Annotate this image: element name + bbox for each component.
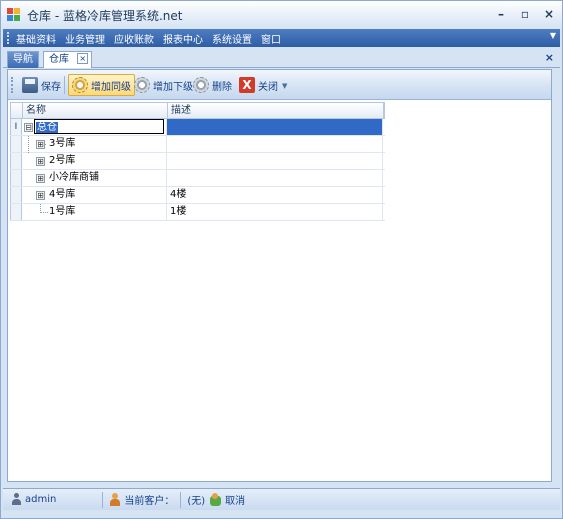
expand-icon[interactable]: ⊞ [36,157,45,166]
cancel-customer-button[interactable]: 取消 [209,492,245,507]
chevron-down-icon[interactable]: ▼ [550,31,556,40]
description-cell[interactable] [167,153,383,169]
name-edit-text: 总仓 [36,122,58,133]
toolbar-overflow-icon[interactable]: ▼ [282,82,287,90]
menu-business[interactable]: 业务管理 [65,31,105,46]
close-window-button[interactable]: × [542,6,556,22]
title-bar[interactable]: 仓库 - 蓝格冷库管理系统.net – ▫ × [1,1,562,29]
delete-label: 删除 [212,81,232,93]
column-header-description[interactable]: 描述 [168,103,384,118]
description-cell[interactable] [167,136,383,152]
tree-row[interactable]: ⊞ 2号库 [10,153,385,170]
description-cell[interactable] [167,170,383,186]
close-icon: X [239,77,255,93]
delete-button[interactable]: 删除 [189,74,236,96]
menu-settings[interactable]: 系统设置 [212,31,252,46]
name-edit-input[interactable]: 总仓 [34,119,164,134]
app-window: 仓库 - 蓝格冷库管理系统.net – ▫ × 基础资料 业务管理 应收账款 报… [0,0,563,519]
status-customer: 当前客户： [109,492,174,507]
add-child-button[interactable]: 增加下级 [130,74,197,96]
tab-navigation[interactable]: 导航 [7,51,39,68]
row-indicator [10,187,22,203]
name-cell[interactable]: ⊞ 2号库 [22,153,167,169]
warehouse-panel: 保存 增加同级 增加下级 删除 X 关闭 ▼ 名称 描述 I ⊟ 总仓 ⊞ 3号… [7,69,552,482]
cancel-label: 取消 [225,496,246,507]
document-tabs: 导航 仓库 × × [3,48,560,68]
gear-icon [134,77,150,93]
status-bar: admin 当前客户： (无) 取消 [3,488,560,510]
tree-node-label: 2号库 [49,155,76,166]
expand-icon[interactable]: ⊞ [36,140,45,149]
toolbar-divider [64,76,65,94]
save-button[interactable]: 保存 [18,74,65,96]
window-title: 仓库 - 蓝格冷库管理系统.net [27,8,183,23]
tree-row[interactable]: ⊞ 4号库 4楼 [10,187,385,204]
user-name: admin [25,494,57,505]
minimize-button[interactable]: – [494,6,508,22]
header-indicator [11,103,23,118]
menu-bar: 基础资料 业务管理 应收账款 报表中心 系统设置 窗口 ▼ [3,29,560,47]
expand-icon[interactable]: ⊞ [36,191,45,200]
tree-node-label: 4号库 [49,189,76,200]
status-divider [102,491,104,508]
customer-label: 当前客户： [124,496,175,507]
tree-row[interactable]: ⊞ 3号库 [10,136,385,153]
user-icon [11,493,22,506]
close-button[interactable]: X 关闭 [235,74,282,96]
close-icon[interactable]: × [545,51,554,64]
row-edit-indicator: I [10,119,22,135]
tree-row[interactable]: 1号库 1楼 [10,204,385,221]
tree-row[interactable]: I ⊟ 总仓 [10,119,385,136]
toolbar-grip-handle[interactable] [11,77,14,93]
row-indicator [10,204,22,220]
name-cell[interactable]: ⊞ 3号库 [22,136,167,153]
name-cell[interactable]: ⊟ 总仓 [22,119,167,135]
tab-close-icon[interactable]: × [77,53,89,64]
menu-receivables[interactable]: 应收账款 [114,31,154,46]
save-icon [22,77,38,93]
add-sibling-button[interactable]: 增加同级 [68,74,135,96]
description-cell[interactable] [167,119,383,135]
menu-window[interactable]: 窗口 [261,31,281,46]
tree-row[interactable]: ⊞ 小冷库商铺 [10,170,385,187]
tree-line [40,212,48,213]
menu-grip-handle[interactable] [7,32,11,44]
menu-basic-data[interactable]: 基础资料 [16,31,56,46]
gear-icon [72,77,88,93]
description-cell[interactable]: 1楼 [167,204,383,220]
row-indicator [10,153,22,169]
name-cell[interactable]: ⊞ 4号库 [22,187,167,203]
tree-node-label: 小冷库商铺 [49,172,99,183]
customer-icon [109,493,121,506]
add-sibling-label: 增加同级 [91,81,131,93]
restore-button[interactable]: ▫ [518,6,532,22]
cancel-customer-icon [209,493,222,506]
tab-label: 导航 [13,54,33,65]
collapse-icon[interactable]: ⊟ [24,123,33,132]
row-indicator [10,136,22,152]
add-child-label: 增加下级 [153,81,193,93]
close-label: 关闭 [258,81,278,93]
expand-icon[interactable]: ⊞ [36,174,45,183]
tree-node-label: 1号库 [49,206,76,217]
column-header-name[interactable]: 名称 [23,103,168,118]
app-logo-icon [7,8,21,22]
status-divider [180,491,182,508]
tab-warehouse[interactable]: 仓库 × [43,51,93,68]
name-cell[interactable]: ⊞ 小冷库商铺 [22,170,167,186]
tree-line [28,136,29,153]
tree-node-label: 3号库 [49,138,76,149]
save-label: 保存 [41,81,61,93]
row-indicator [10,170,22,186]
grid-header: 名称 描述 [10,102,385,119]
status-user: admin [11,493,56,506]
gear-icon [193,77,209,93]
name-cell[interactable]: 1号库 [22,204,167,220]
menu-reports[interactable]: 报表中心 [163,31,203,46]
toolbar: 保存 增加同级 增加下级 删除 X 关闭 ▼ [8,70,551,100]
warehouse-tree-grid: 名称 描述 I ⊟ 总仓 ⊞ 3号库 ⊞ 2号库 ⊞ 小冷库商铺 ⊞ 4号库 4… [10,102,385,221]
description-cell[interactable]: 4楼 [167,187,383,203]
customer-value: (无) [187,496,206,507]
tab-label: 仓库 [49,54,69,65]
